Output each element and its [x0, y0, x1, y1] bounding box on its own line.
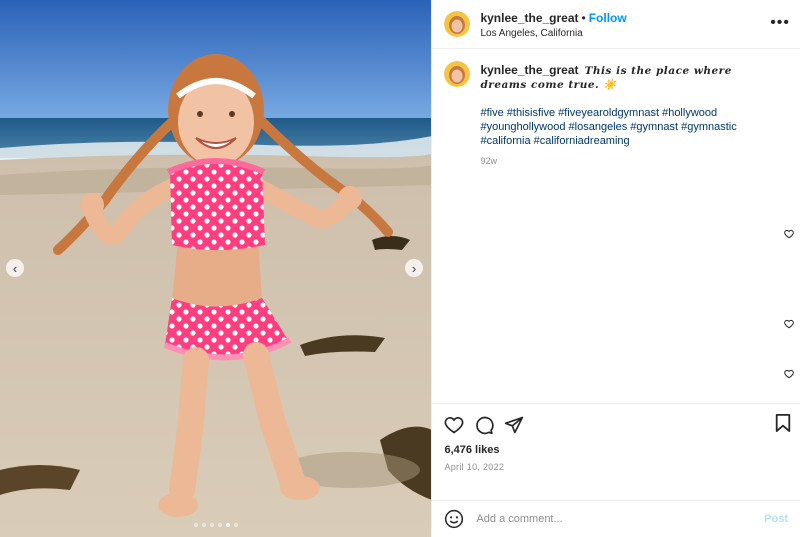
share-icon[interactable] — [504, 415, 524, 435]
post-header: kynlee_the_great • Follow Los Angeles, Cal… — [432, 0, 800, 49]
caption-avatar[interactable] — [444, 61, 471, 87]
hashtag-link[interactable]: #hollywood — [662, 107, 717, 119]
action-bar: 6,476 likes April 10, 2022 — [432, 403, 800, 500]
carousel-next-button[interactable]: › — [405, 259, 423, 277]
hashtag-link[interactable]: #fiveyearoldgymnast — [558, 107, 659, 119]
caption: kynlee_the_great 𝑻𝒉𝒊𝒔 𝒊𝒔 𝒕𝒉𝒆 𝒑𝒍𝒂𝒄𝒆 𝒘𝒉𝒆𝒓𝒆… — [444, 61, 788, 168]
header-meta: kynlee_the_great • Follow Los Angeles, Cal… — [480, 8, 626, 41]
action-icons — [444, 412, 788, 438]
chevron-right-icon: › — [411, 260, 417, 276]
post-photo — [0, 0, 432, 537]
more-options-icon[interactable]: ••• — [770, 14, 790, 32]
caption-age: 92w — [480, 156, 497, 166]
caption-body: kynlee_the_great 𝑻𝒉𝒊𝒔 𝒊𝒔 𝒕𝒉𝒆 𝒑𝒍𝒂𝒄𝒆 𝒘𝒉𝒆𝒓𝒆… — [480, 63, 770, 168]
emoji-icon[interactable] — [444, 509, 464, 529]
heart-small-icon[interactable] — [784, 369, 794, 379]
carousel-indicator — [193, 523, 238, 527]
add-comment-bar: Post — [432, 500, 800, 537]
location-link[interactable]: Los Angeles, California — [480, 28, 626, 41]
heart-small-icon[interactable] — [784, 319, 794, 329]
heart-icon[interactable] — [444, 415, 464, 435]
likes-count[interactable]: 6,476 likes — [444, 444, 788, 456]
post-comment-button[interactable]: Post — [764, 513, 788, 525]
carousel-dot — [201, 523, 206, 527]
hashtag-link[interactable]: #gymnast — [630, 121, 678, 133]
heart-small-icon[interactable] — [784, 229, 794, 239]
follow-button[interactable]: Follow — [589, 11, 627, 25]
header-separator: • — [581, 10, 586, 25]
comment-input[interactable] — [474, 512, 765, 526]
chevron-left-icon: ‹ — [12, 260, 18, 276]
avatar[interactable] — [444, 11, 471, 37]
carousel-prev-button[interactable]: ‹ — [6, 259, 24, 277]
hashtag-link[interactable]: #californiadreaming — [534, 135, 630, 147]
instagram-post: ‹ › kynlee_the_great • Follow Los Angeles,… — [0, 0, 800, 537]
carousel-dot — [217, 523, 222, 527]
carousel-dot — [193, 523, 198, 527]
hashtag-link[interactable]: #gymnastic — [681, 121, 737, 133]
hashtag-link[interactable]: #losangeles — [569, 121, 628, 133]
carousel-dot — [209, 523, 214, 527]
post-date: April 10, 2022 — [444, 462, 505, 472]
caption-username[interactable]: kynlee_the_great — [480, 63, 578, 77]
comments-area: kynlee_the_great 𝑻𝒉𝒊𝒔 𝒊𝒔 𝒕𝒉𝒆 𝒑𝒍𝒂𝒄𝒆 𝒘𝒉𝒆𝒓𝒆… — [432, 49, 800, 403]
hashtag-link[interactable]: #thisisfive — [507, 107, 555, 119]
hashtag-list: #five #thisisfive #fiveyearoldgymnast #h… — [480, 106, 770, 148]
header-username[interactable]: kynlee_the_great — [480, 11, 578, 25]
hashtag-link[interactable]: #five — [480, 107, 503, 119]
carousel-dot — [233, 523, 238, 527]
bookmark-icon[interactable] — [774, 413, 792, 433]
post-side-panel: kynlee_the_great • Follow Los Angeles, Cal… — [431, 0, 800, 537]
post-media[interactable]: ‹ › — [0, 0, 432, 537]
hashtag-link[interactable]: #california — [480, 135, 530, 147]
carousel-dot — [225, 523, 230, 527]
hashtag-link[interactable]: #younghollywood — [480, 121, 565, 133]
comment-icon[interactable] — [474, 415, 495, 435]
